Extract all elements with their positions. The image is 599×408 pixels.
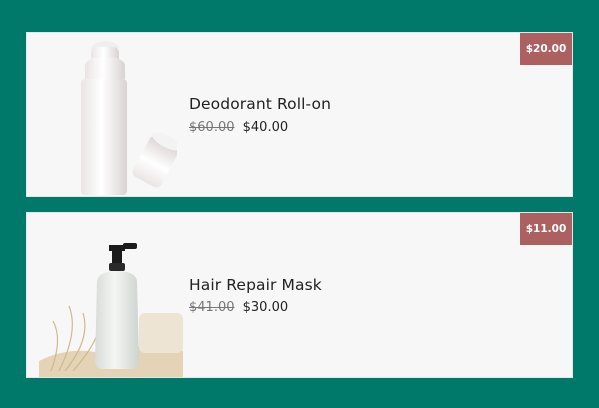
sale-price: $30.00	[242, 300, 289, 315]
product-card[interactable]: Hair Repair Mask $41.00 $30.00 $11.00	[26, 212, 573, 378]
product-name[interactable]: Hair Repair Mask	[189, 276, 322, 294]
product-name[interactable]: Deodorant Roll-on	[189, 95, 331, 113]
original-price: $60.00	[189, 120, 235, 135]
sale-price: $40.00	[242, 120, 289, 135]
price-row: $41.00 $30.00	[189, 300, 288, 315]
original-price: $41.00	[189, 300, 235, 315]
price-row: $60.00 $40.00	[189, 120, 288, 135]
product-image[interactable]	[39, 221, 183, 377]
product-card[interactable]: Deodorant Roll-on $60.00 $40.00 $20.00	[26, 32, 573, 197]
discount-badge: $20.00	[520, 33, 572, 65]
discount-badge: $11.00	[520, 213, 572, 245]
product-image[interactable]	[67, 39, 177, 195]
roll-on-bottle-icon	[81, 41, 177, 195]
pump-bottle-icon	[39, 243, 183, 377]
